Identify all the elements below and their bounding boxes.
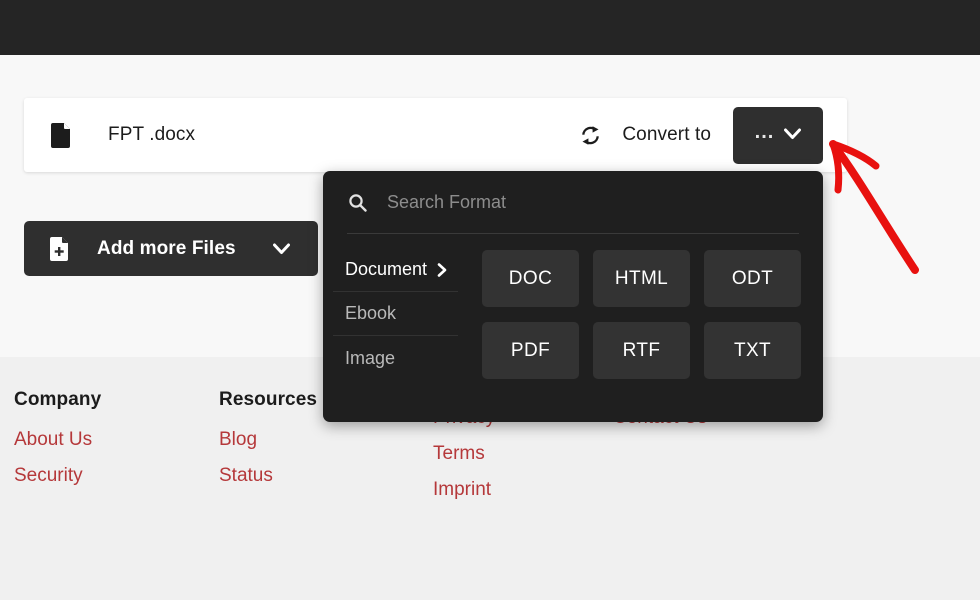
file-name-label: FPT .docx [108, 124, 195, 146]
chevron-right-icon [437, 263, 447, 277]
footer-column-company: Company About Us Security [14, 389, 101, 501]
file-plus-icon [50, 237, 72, 261]
file-row-card: FPT .docx Convert to ... [24, 98, 847, 172]
add-more-files-label: Add more Files [97, 238, 236, 260]
format-option-html[interactable]: HTML [593, 250, 690, 307]
convert-to-label: Convert to [622, 124, 711, 146]
format-option-pdf[interactable]: PDF [482, 322, 579, 379]
footer-link-about-us[interactable]: About Us [14, 429, 101, 451]
chevron-down-icon [784, 128, 801, 143]
format-dropdown-button[interactable]: ... [733, 107, 823, 164]
footer-column-title: Resources [219, 389, 317, 411]
search-format-input[interactable] [387, 192, 767, 213]
footer-link-status[interactable]: Status [219, 465, 317, 487]
top-navigation-bar [0, 0, 980, 55]
footer-link-blog[interactable]: Blog [219, 429, 317, 451]
footer-link-security[interactable]: Security [14, 465, 101, 487]
format-option-rtf[interactable]: RTF [593, 322, 690, 379]
format-category-document[interactable]: Document [333, 248, 458, 292]
format-category-ebook[interactable]: Ebook [333, 292, 458, 336]
format-dropdown-value: ... [755, 127, 775, 137]
footer-link-terms[interactable]: Terms [433, 443, 495, 465]
format-category-image[interactable]: Image [333, 336, 458, 380]
format-panel-body: Document Ebook Image DOC HTML ODT PDF RT… [323, 234, 823, 380]
format-search-row [323, 171, 823, 233]
format-category-label: Ebook [345, 303, 396, 324]
format-option-odt[interactable]: ODT [704, 250, 801, 307]
format-option-txt[interactable]: TXT [704, 322, 801, 379]
footer-link-imprint[interactable]: Imprint [433, 479, 495, 501]
chevron-down-icon [273, 243, 290, 255]
format-category-label: Image [345, 348, 395, 369]
format-category-label: Document [345, 259, 427, 280]
search-icon [347, 192, 367, 212]
refresh-sync-icon[interactable] [578, 123, 602, 147]
format-option-doc[interactable]: DOC [482, 250, 579, 307]
document-file-icon [50, 122, 72, 148]
footer-column-resources: Resources Blog Status [219, 389, 317, 501]
format-category-list: Document Ebook Image [323, 248, 468, 380]
format-selection-panel: Document Ebook Image DOC HTML ODT PDF RT… [323, 171, 823, 422]
footer-column-title: Company [14, 389, 101, 411]
format-options-grid: DOC HTML ODT PDF RTF TXT [482, 248, 801, 380]
file-card-actions: Convert to ... [578, 98, 847, 172]
add-more-files-button[interactable]: Add more Files [24, 221, 318, 276]
